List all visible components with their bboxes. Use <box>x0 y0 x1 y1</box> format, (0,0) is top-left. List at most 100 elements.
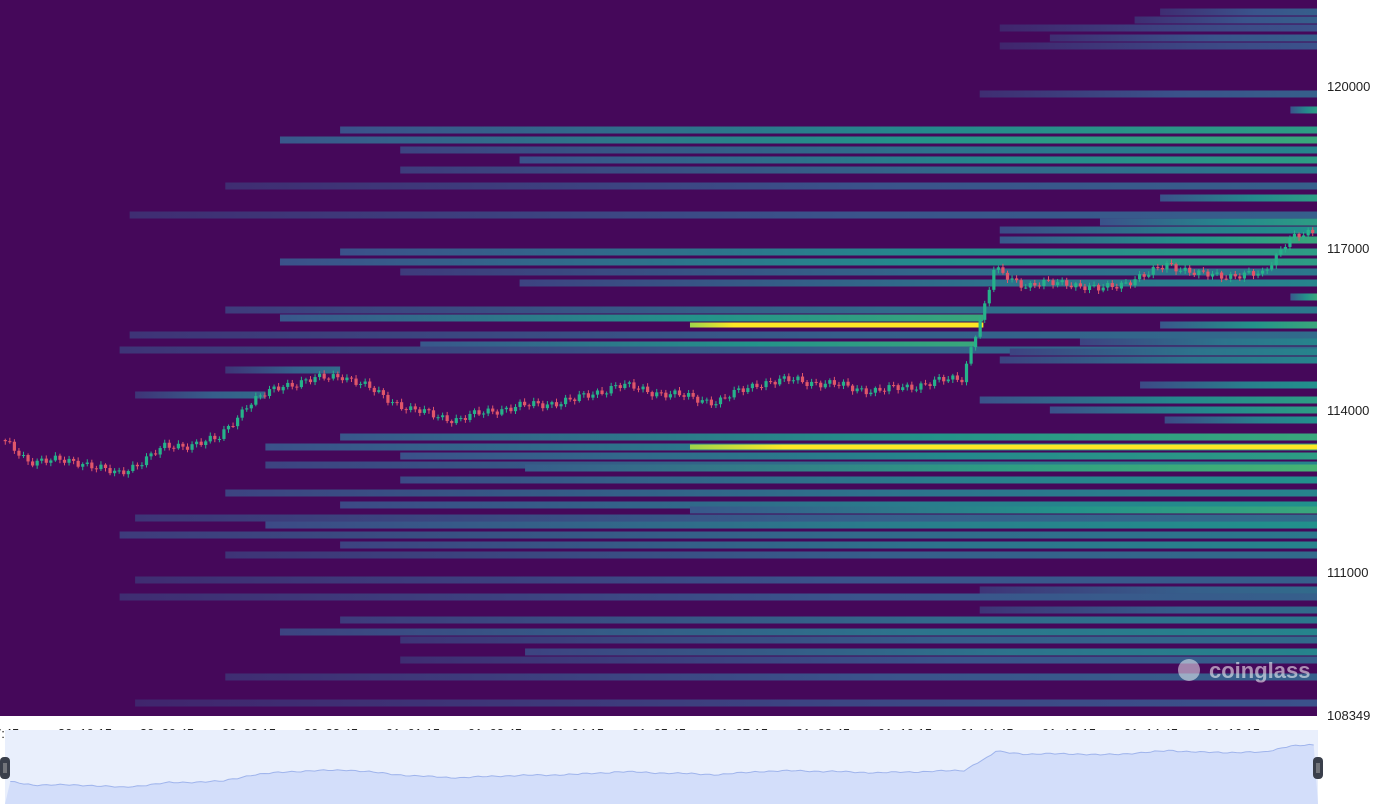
candle-body <box>1046 279 1051 281</box>
candle-body <box>1033 283 1037 286</box>
candle-body <box>468 413 472 420</box>
candle-body <box>705 399 709 401</box>
candle-body <box>646 386 650 393</box>
liquidation-band <box>689 444 1317 450</box>
candle-body <box>427 409 431 411</box>
candle-body <box>418 409 422 413</box>
range-navigator[interactable] <box>0 730 1323 804</box>
candle-body <box>304 379 308 381</box>
liquidation-band <box>225 673 1317 681</box>
candle-body <box>605 393 609 395</box>
candle-body <box>1142 274 1146 277</box>
candle-body <box>1078 283 1082 287</box>
candle-body <box>491 408 495 412</box>
liquidation-band <box>400 268 1317 276</box>
candle-body <box>154 453 158 455</box>
candle-body <box>413 406 417 410</box>
liquidation-band <box>340 248 1318 256</box>
candle-body <box>103 464 108 469</box>
candle-body <box>582 393 586 395</box>
candle-body <box>1010 278 1014 280</box>
candle-body <box>559 404 563 407</box>
candle-body <box>199 441 203 445</box>
candle-body <box>1256 273 1260 276</box>
candle-body <box>113 470 117 474</box>
candle-body <box>8 441 12 443</box>
candle-body <box>172 447 176 449</box>
candle-body <box>226 425 231 430</box>
candle-body <box>837 384 841 386</box>
candle-body <box>331 374 335 379</box>
candle-body <box>327 378 331 380</box>
candle-body <box>718 397 723 405</box>
candle-body <box>864 388 868 395</box>
candle-body <box>85 462 89 465</box>
liquidation-band <box>1079 338 1317 346</box>
candle-body <box>363 381 367 384</box>
liquidation-band <box>135 391 266 399</box>
candle-body <box>158 448 162 455</box>
candle-body <box>1083 286 1087 291</box>
liquidation-band <box>400 476 1317 484</box>
candle-body <box>518 401 522 407</box>
liquidation-band <box>135 576 1318 584</box>
candle-body <box>782 376 786 379</box>
navigator-left-handle[interactable] <box>0 757 10 779</box>
candle-body <box>1238 276 1242 279</box>
candle-body <box>609 385 613 394</box>
candle-body <box>62 459 67 463</box>
candle-body <box>577 394 581 402</box>
candle-body <box>222 429 226 439</box>
candle-body <box>1110 283 1114 288</box>
candle-body <box>31 461 35 466</box>
candle-body <box>550 402 554 405</box>
candle-body <box>1302 235 1306 238</box>
candle-body <box>1197 270 1201 275</box>
liquidation-band <box>340 126 1318 134</box>
candle-body <box>345 377 349 381</box>
liquidation-band <box>225 489 1317 497</box>
candle-body <box>832 380 836 385</box>
candle-body <box>236 417 240 427</box>
candle-body <box>1274 254 1278 266</box>
liquidation-band <box>400 656 1317 664</box>
candle-body <box>696 396 700 403</box>
candle-body <box>541 403 545 409</box>
candle-body <box>741 388 745 393</box>
candle-body <box>90 462 94 469</box>
candle-body <box>509 407 513 412</box>
liquidation-band <box>340 616 1318 624</box>
candle-body <box>454 418 458 424</box>
candle-body <box>472 410 477 414</box>
candle-body <box>1261 270 1265 274</box>
candle-body <box>759 387 764 389</box>
candle-body <box>67 458 71 463</box>
candle-body <box>149 453 153 457</box>
candle-body <box>1101 287 1105 291</box>
candle-body <box>974 336 978 348</box>
candle-body <box>978 319 982 337</box>
navigator-right-handle[interactable] <box>1313 757 1323 779</box>
liquidation-band <box>979 606 1317 614</box>
candle-body <box>135 464 139 467</box>
candle-body <box>94 468 98 470</box>
candle-body <box>463 418 467 420</box>
candle-body <box>791 380 795 382</box>
candle-body <box>1119 282 1123 289</box>
candle-body <box>664 392 668 398</box>
candle-body <box>263 395 267 397</box>
liquidation-band <box>1164 416 1317 424</box>
candle-body <box>755 383 759 388</box>
candle-body <box>254 396 258 405</box>
candle-body <box>983 303 987 320</box>
candle-body <box>240 409 244 418</box>
coinglass-logo-icon <box>1178 659 1200 681</box>
y-tick-label: 117000 <box>1327 241 1369 256</box>
candle-body <box>99 464 103 470</box>
candle-body <box>750 383 754 389</box>
candle-body <box>1279 249 1283 255</box>
candle-body <box>354 378 358 385</box>
candle-body <box>318 373 322 378</box>
candle-body <box>1147 274 1151 277</box>
liquidation-band <box>525 648 1317 656</box>
